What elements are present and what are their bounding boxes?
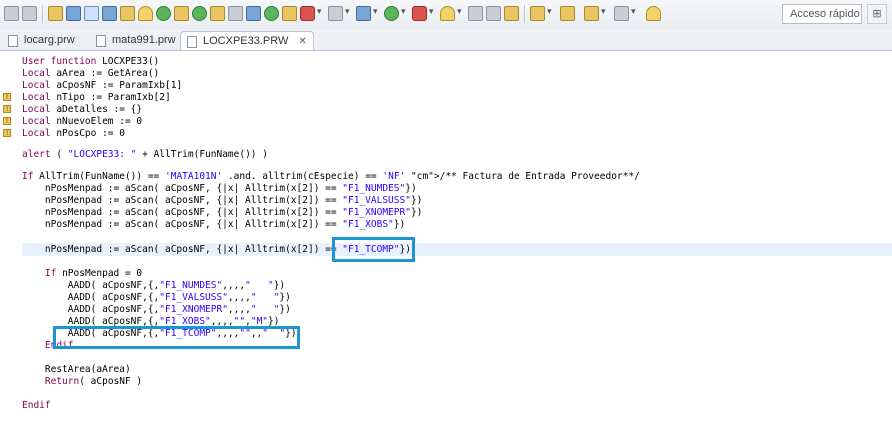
code-line[interactable]: Local aArea := GetArea() [22, 68, 159, 80]
code-line[interactable]: If AllTrim(FunName()) == 'MATA101N' .and… [22, 171, 640, 183]
target-icon[interactable] [356, 6, 371, 21]
code-line[interactable]: nPosMenpad := aScan( aCposNF, {|x| Alltr… [22, 219, 405, 231]
pin-icon[interactable] [504, 6, 519, 21]
chevron-down-icon[interactable]: ▾ [429, 7, 434, 17]
close-icon[interactable]: ✕ [298, 36, 306, 47]
list-icon[interactable] [486, 6, 501, 21]
code-editor[interactable]: User function LOCXPE33() Local aArea := G… [22, 51, 892, 428]
code-line[interactable]: AADD( aCposNF,{,"F1_XNOMEPR",,,," "}) [22, 304, 291, 316]
toolbar-separator [42, 5, 43, 23]
save-icon[interactable] [22, 6, 37, 21]
tab-mata991[interactable]: mata991.prw [90, 31, 182, 50]
box-icon[interactable] [468, 6, 483, 21]
tab-label: LOCXPE33.PRW [203, 35, 289, 47]
code-line[interactable]: RestArea(aArea) [22, 364, 131, 376]
code-line[interactable]: User function LOCXPE33() [22, 56, 159, 68]
chevron-down-icon[interactable]: ▾ [345, 7, 350, 17]
file-icon [96, 35, 106, 47]
tab-label: locarg.prw [24, 34, 75, 46]
marker-icon[interactable] [440, 6, 455, 21]
forward-icon[interactable] [614, 6, 629, 21]
play-icon[interactable] [384, 6, 399, 21]
new-file-icon[interactable] [4, 6, 19, 21]
open-perspective-icon[interactable]: ⊞ [867, 4, 887, 24]
code-line[interactable]: Local nTipo := ParamIxb[2] [22, 92, 171, 104]
warning-marker-icon[interactable]: ! [3, 93, 11, 101]
code-line[interactable]: alert ( "LOCXPE33: " + AllTrim(FunName()… [22, 149, 268, 161]
build-icon[interactable] [84, 6, 99, 21]
run-icon[interactable] [246, 6, 261, 21]
compare-icon[interactable] [210, 6, 225, 21]
merge-icon[interactable] [192, 6, 207, 21]
code-line[interactable]: AADD( aCposNF,{,"F1_VALSUSS",,,," "}) [22, 292, 291, 304]
highlight-box [332, 237, 415, 262]
search-icon[interactable] [174, 6, 189, 21]
chevron-down-icon[interactable]: ▾ [631, 7, 636, 17]
pencil-icon[interactable] [646, 6, 661, 21]
chevron-down-icon[interactable]: ▾ [373, 7, 378, 17]
tab-locxpe33[interactable]: LOCXPE33.PRW ✕ [180, 31, 314, 50]
code-line[interactable]: Endif [22, 400, 51, 412]
warning-marker-icon[interactable]: ! [3, 129, 11, 137]
filter-icon[interactable] [120, 6, 135, 21]
toolbar-separator [524, 5, 525, 23]
main-toolbar: ▾ ▾ ▾ ▾ ▾ ▾ ▾ ▾ ▾ Acceso rápido ⊞ [0, 0, 892, 30]
editor-gutter: ! ! ! ! [0, 51, 18, 428]
settings-icon[interactable] [138, 6, 153, 21]
code-line[interactable]: nPosMenpad := aScan( aCposNF, {|x| Alltr… [22, 195, 423, 207]
chevron-down-icon[interactable]: ▾ [401, 7, 406, 17]
code-line[interactable]: If nPosMenpad = 0 [22, 268, 142, 280]
connect-icon[interactable] [156, 6, 171, 21]
chevron-down-icon[interactable]: ▾ [317, 7, 322, 17]
chevron-down-icon[interactable]: ▾ [601, 7, 606, 17]
code-line[interactable]: Return( aCposNF ) [22, 376, 142, 388]
code-line[interactable]: Local nPosCpo := 0 [22, 128, 125, 140]
code-line[interactable]: AADD( aCposNF,{,"F1_NUMDES",,,," "}) [22, 280, 285, 292]
arrow-icon[interactable] [530, 6, 545, 21]
profile-icon[interactable] [412, 6, 427, 21]
remote-icon[interactable] [228, 6, 243, 21]
editor-tab-bar: locarg.prw mata991.prw LOCXPE33.PRW ✕ [0, 29, 892, 51]
file-icon [8, 35, 18, 47]
warning-marker-icon[interactable]: ! [3, 105, 11, 113]
back-icon[interactable] [560, 6, 575, 21]
highlight-box [53, 326, 300, 349]
code-line[interactable]: Local nNuevoElem := 0 [22, 116, 142, 128]
debug-icon[interactable] [264, 6, 279, 21]
code-line[interactable]: Local aDetalles := {} [22, 104, 142, 116]
tab-locarg[interactable]: locarg.prw [2, 31, 81, 50]
stop-icon[interactable] [300, 6, 315, 21]
code-line[interactable]: Local aCposNF := ParamIxb[1] [22, 80, 182, 92]
back-icon[interactable] [584, 6, 599, 21]
warning-marker-icon[interactable]: ! [3, 117, 11, 125]
compile-icon[interactable] [66, 6, 81, 21]
quick-access-input[interactable]: Acceso rápido [782, 4, 862, 24]
link-icon[interactable] [328, 6, 343, 21]
file-icon [187, 36, 197, 48]
coverage-icon[interactable] [282, 6, 297, 21]
tab-label: mata991.prw [112, 34, 176, 46]
chevron-down-icon[interactable]: ▾ [547, 7, 552, 17]
chevron-down-icon[interactable]: ▾ [457, 7, 462, 17]
code-line[interactable]: nPosMenpad := aScan( aCposNF, {|x| Alltr… [22, 207, 423, 219]
chart-icon[interactable] [102, 6, 117, 21]
properties-icon[interactable] [48, 6, 63, 21]
code-line[interactable]: nPosMenpad := aScan( aCposNF, {|x| Alltr… [22, 183, 417, 195]
